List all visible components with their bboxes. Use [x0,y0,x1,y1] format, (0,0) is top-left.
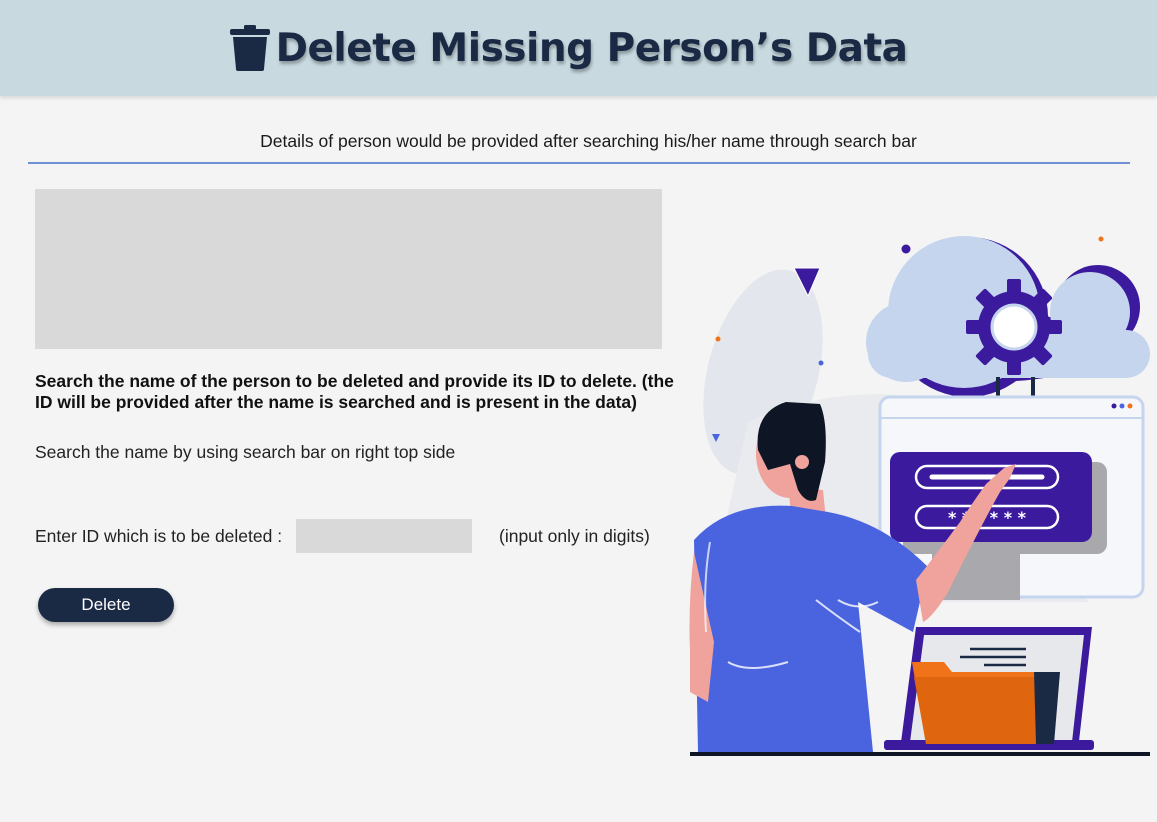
trash-icon [229,25,270,71]
instructions-text: Search the name of the person to be dele… [35,371,674,412]
confetti-dot [1098,236,1104,242]
gear-icon [966,279,1062,375]
folder-icon [912,662,1060,744]
page-title: Delete Missing Person’s Data [275,25,908,71]
title-wrap: Delete Missing Person’s Data [229,25,908,71]
page-header: Delete Missing Person’s Data [0,0,1157,96]
info-text: Details of person would be provided afte… [260,131,917,151]
confetti-dot [818,360,824,366]
security-illustration: * * * * * * [689,236,1150,756]
confetti-dot [901,244,911,254]
id-label: Enter ID which is to be deleted : [35,526,283,546]
search-results-box [35,189,662,349]
search-hint: Search the name by using search bar on r… [35,442,456,462]
delete-button[interactable]: Delete [38,588,174,622]
confetti-dot [715,336,721,342]
id-input-note: (input only in digits) [499,526,650,546]
divider [28,162,1130,164]
id-input[interactable] [296,519,472,553]
